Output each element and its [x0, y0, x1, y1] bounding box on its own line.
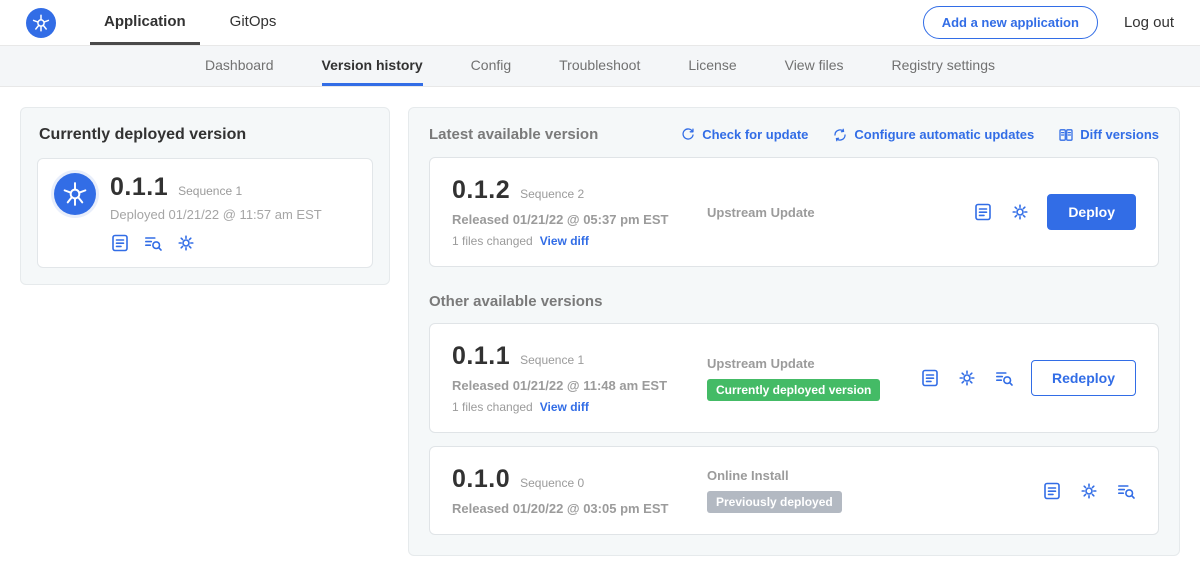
- latest-available-title: Latest available version: [429, 126, 598, 143]
- panel-header: Latest available version Check for updat…: [429, 126, 1159, 143]
- diff-versions-icon: [1058, 127, 1074, 143]
- version-number: 0.1.0: [452, 465, 510, 494]
- version-source: Upstream Update: [697, 205, 973, 220]
- diff-icon[interactable]: [1116, 481, 1136, 501]
- refresh-icon: [680, 127, 696, 143]
- configure-automatic-updates-link[interactable]: Configure automatic updates: [832, 127, 1034, 143]
- deployed-version-card: 0.1.1 Sequence 1 Deployed 01/21/22 @ 11:…: [37, 158, 373, 268]
- version-history-panel: Latest available version Check for updat…: [408, 107, 1180, 556]
- version-row-0-1-2: 0.1.2 Sequence 2 Released 01/21/22 @ 05:…: [429, 157, 1159, 267]
- view-diff-link[interactable]: View diff: [540, 234, 589, 248]
- released-timestamp: Released 01/21/22 @ 05:37 pm EST: [452, 212, 697, 227]
- subnav-view-files[interactable]: View files: [785, 46, 844, 86]
- tab-application[interactable]: Application: [90, 0, 200, 45]
- source-label: Upstream Update: [707, 205, 963, 220]
- kubernetes-logo-icon: [26, 8, 56, 38]
- main-content: Currently deployed version 0.1.1 Sequenc…: [0, 87, 1200, 576]
- release-notes-icon[interactable]: [1042, 481, 1062, 501]
- source-label: Online Install: [707, 468, 1032, 483]
- deployed-timestamp: Deployed 01/21/22 @ 11:57 am EST: [110, 207, 322, 222]
- version-details: 0.1.0 Sequence 0 Released 01/20/22 @ 03:…: [452, 465, 697, 516]
- check-for-update-link[interactable]: Check for update: [680, 127, 808, 143]
- source-label: Upstream Update: [707, 356, 910, 371]
- deploy-button[interactable]: Deploy: [1047, 194, 1136, 230]
- logout-button[interactable]: Log out: [1124, 14, 1174, 31]
- add-application-button[interactable]: Add a new application: [923, 6, 1098, 39]
- version-number: 0.1.1: [452, 342, 510, 371]
- release-notes-icon[interactable]: [110, 233, 130, 253]
- subnav-version-history[interactable]: Version history: [322, 46, 423, 86]
- currently-deployed-title: Currently deployed version: [39, 126, 373, 144]
- version-source: Upstream Update Currently deployed versi…: [697, 356, 920, 401]
- subnav-license[interactable]: License: [688, 46, 736, 86]
- diff-versions-label: Diff versions: [1080, 127, 1159, 142]
- redeploy-button[interactable]: Redeploy: [1031, 360, 1136, 396]
- panel-header-actions: Check for update Configure automatic upd…: [680, 127, 1159, 143]
- top-tabs: Application GitOps: [90, 0, 306, 45]
- version-sequence: Sequence 0: [520, 476, 584, 490]
- top-bar: Application GitOps Add a new application…: [0, 0, 1200, 46]
- deployed-sequence: Sequence 1: [178, 184, 242, 198]
- deployed-actions: [110, 233, 322, 253]
- version-number: 0.1.2: [452, 176, 510, 205]
- other-versions-title: Other available versions: [429, 293, 1159, 310]
- release-notes-icon[interactable]: [920, 368, 940, 388]
- previously-deployed-badge: Previously deployed: [707, 491, 842, 513]
- view-diff-link[interactable]: View diff: [540, 400, 589, 414]
- edit-config-icon[interactable]: [1079, 481, 1099, 501]
- currently-deployed-badge: Currently deployed version: [707, 379, 880, 401]
- edit-config-icon[interactable]: [1010, 202, 1030, 222]
- diff-versions-link[interactable]: Diff versions: [1058, 127, 1159, 143]
- version-row-0-1-0: 0.1.0 Sequence 0 Released 01/20/22 @ 03:…: [429, 446, 1159, 535]
- diff-icon[interactable]: [143, 233, 163, 253]
- version-sequence: Sequence 2: [520, 187, 584, 201]
- version-sequence: Sequence 1: [520, 353, 584, 367]
- diff-icon[interactable]: [994, 368, 1014, 388]
- version-details: 0.1.1 Sequence 1 Released 01/21/22 @ 11:…: [452, 342, 697, 414]
- version-details: 0.1.2 Sequence 2 Released 01/21/22 @ 05:…: [452, 176, 697, 248]
- subnav-config[interactable]: Config: [471, 46, 511, 86]
- app-subnav: Dashboard Version history Config Trouble…: [0, 46, 1200, 87]
- released-timestamp: Released 01/20/22 @ 03:05 pm EST: [452, 501, 697, 516]
- configure-automatic-updates-label: Configure automatic updates: [854, 127, 1034, 142]
- app-icon: [54, 173, 96, 215]
- auto-updates-icon: [832, 127, 848, 143]
- deployed-version-info: 0.1.1 Sequence 1 Deployed 01/21/22 @ 11:…: [110, 173, 322, 253]
- currently-deployed-card: Currently deployed version 0.1.1 Sequenc…: [20, 107, 390, 285]
- deployed-version-number: 0.1.1: [110, 173, 168, 202]
- subnav-registry-settings[interactable]: Registry settings: [892, 46, 995, 86]
- release-notes-icon[interactable]: [973, 202, 993, 222]
- check-for-update-label: Check for update: [702, 127, 808, 142]
- tab-gitops[interactable]: GitOps: [216, 0, 291, 45]
- subnav-dashboard[interactable]: Dashboard: [205, 46, 274, 86]
- edit-config-icon[interactable]: [176, 233, 196, 253]
- version-actions: Redeploy: [920, 360, 1136, 396]
- files-changed-label: 1 files changed: [452, 234, 533, 248]
- files-changed-label: 1 files changed: [452, 400, 533, 414]
- version-actions: Deploy: [973, 194, 1136, 230]
- subnav-troubleshoot[interactable]: Troubleshoot: [559, 46, 640, 86]
- edit-config-icon[interactable]: [957, 368, 977, 388]
- version-actions: [1042, 481, 1136, 501]
- released-timestamp: Released 01/21/22 @ 11:48 am EST: [452, 378, 697, 393]
- topbar-spacer: [306, 0, 922, 45]
- version-source: Online Install Previously deployed: [697, 468, 1042, 513]
- version-row-0-1-1: 0.1.1 Sequence 1 Released 01/21/22 @ 11:…: [429, 323, 1159, 433]
